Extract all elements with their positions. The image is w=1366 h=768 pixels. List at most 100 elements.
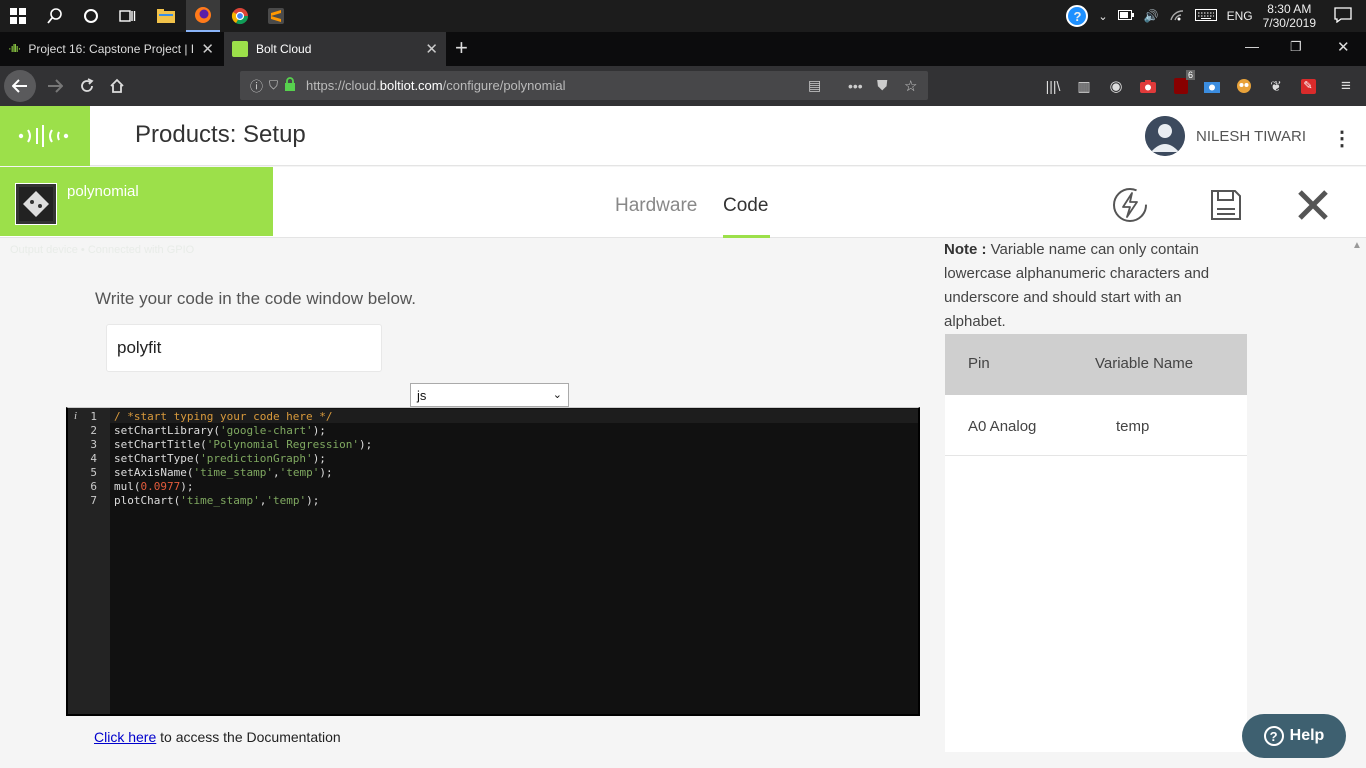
search-icon[interactable]	[40, 0, 70, 32]
help-button[interactable]: ? Help	[1242, 714, 1346, 758]
page-actions-icon[interactable]: •••	[848, 78, 863, 94]
documentation-line: Click here to access the Documentation	[94, 729, 341, 745]
reader-view-icon[interactable]: ▤	[808, 77, 821, 94]
chevron-up-icon[interactable]: ⌄	[1098, 10, 1107, 23]
url-text: https://cloud.boltiot.com/configure/poly…	[306, 78, 565, 93]
cortana-icon[interactable]	[76, 0, 106, 32]
pocket-icon[interactable]: ⛊	[877, 77, 888, 94]
menu-hamburger-icon[interactable]: ≡	[1334, 66, 1358, 106]
clock-time: 8:30 AM	[1267, 2, 1312, 16]
tab-code[interactable]: Code	[723, 195, 768, 217]
code-name-input[interactable]	[106, 324, 382, 372]
screenshot-icon[interactable]	[1137, 66, 1159, 106]
code-line[interactable]: setChartTitle('Polynomial Regression');	[114, 438, 372, 451]
url-bar[interactable]: ⓘ ⛉ https://cloud.boltiot.com/configure/…	[240, 71, 928, 100]
keyboard-icon[interactable]	[1194, 8, 1217, 24]
lock-icon[interactable]	[284, 77, 296, 94]
device-name: polynomial	[67, 183, 139, 200]
volume-icon[interactable]: 🔊	[1144, 9, 1159, 23]
pin-cell: A0 Analog	[968, 418, 1037, 435]
code-line[interactable]: plotChart('time_stamp','temp');	[114, 494, 319, 507]
scroll-up-arrow-icon[interactable]: ▲	[1352, 240, 1362, 251]
extension-face-icon[interactable]	[1233, 66, 1255, 106]
chevron-down-icon: ⌄	[552, 389, 562, 401]
extension-paw-icon[interactable]: ❦	[1265, 66, 1287, 106]
line-number: 6	[90, 480, 97, 493]
tracking-shield-icon[interactable]: ⛉	[269, 78, 278, 93]
sublime-text-taskbar-icon[interactable]	[260, 0, 292, 32]
code-line[interactable]: setChartType('predictionGraph');	[114, 452, 326, 465]
account-icon[interactable]: ◉	[1105, 66, 1127, 106]
system-tray: ? ⌄ 🔊 ENG 8:30 AM 7/30/2019	[1066, 0, 1366, 32]
pin-column-header: Pin	[968, 355, 990, 372]
battery-icon[interactable]	[1117, 9, 1134, 23]
page-title: Products: Setup	[135, 121, 306, 148]
chrome-taskbar-icon[interactable]	[224, 0, 256, 32]
close-tab-icon[interactable]: ✕	[425, 40, 438, 58]
code-line[interactable]: setAxisName('time_stamp','temp');	[114, 466, 333, 479]
task-view-icon[interactable]	[112, 0, 142, 32]
url-host: boltiot.com	[379, 78, 443, 93]
code-line[interactable]: / *start typing your code here */	[114, 410, 333, 423]
code-line[interactable]: mul(0.0977);	[114, 480, 194, 493]
audio-wave-icon: ·ıllı·	[8, 43, 21, 55]
tab-hardware[interactable]: Hardware	[615, 195, 697, 217]
ublock-icon[interactable]: 6	[1169, 66, 1195, 106]
documentation-link[interactable]: Click here	[94, 729, 156, 745]
minimize-window-icon[interactable]: —	[1245, 38, 1259, 54]
close-tab-icon[interactable]: ✕	[201, 40, 214, 58]
clock[interactable]: 8:30 AM 7/30/2019	[1263, 2, 1316, 30]
more-options-icon[interactable]: ⋮	[1332, 126, 1352, 151]
sidebar-icon[interactable]: ▥	[1073, 66, 1095, 106]
line-number: 3	[90, 438, 97, 451]
avatar[interactable]	[1145, 116, 1185, 156]
bolt-logo-icon[interactable]	[0, 106, 90, 166]
variable-note: Note : Variable name can only contain lo…	[944, 238, 1244, 334]
back-button[interactable]	[4, 70, 36, 102]
windows-start-icon[interactable]	[4, 0, 32, 32]
bookmark-star-icon[interactable]: ☆	[904, 77, 917, 95]
variable-column-header: Variable Name	[1095, 355, 1194, 372]
url-path: /configure/polynomial	[442, 78, 566, 93]
url-prefix: https://cloud.	[306, 78, 380, 93]
clock-date: 7/30/2019	[1262, 16, 1316, 30]
language-indicator[interactable]: ENG	[1227, 9, 1253, 23]
forward-button[interactable]	[42, 66, 68, 106]
code-line[interactable]: setChartLibrary('google-chart');	[114, 424, 326, 437]
close-icon[interactable]	[1293, 185, 1333, 225]
product-subheader: polynomial Output device • Connected wit…	[0, 167, 1366, 256]
home-icon[interactable]	[104, 66, 130, 106]
help-question-icon: ?	[1263, 726, 1284, 746]
note-label: Note :	[944, 241, 987, 258]
variable-cell[interactable]: temp	[1116, 418, 1149, 435]
reload-icon[interactable]	[74, 66, 100, 106]
restore-window-icon[interactable]: ❐	[1290, 39, 1302, 55]
language-select[interactable]: js ⌄	[410, 383, 569, 407]
file-explorer-icon[interactable]	[150, 0, 182, 32]
new-tab-icon[interactable]: +	[455, 35, 468, 61]
wifi-icon[interactable]	[1169, 9, 1185, 24]
language-selected: js	[417, 387, 427, 403]
tab-label: Project 16: Capstone Project | B	[28, 42, 194, 56]
info-annotation-icon[interactable]: i	[74, 410, 77, 422]
notifications-icon[interactable]	[1334, 6, 1352, 26]
code-editor[interactable]: i 1 2 3 4 5 6 7 / *start typing your cod…	[66, 407, 920, 716]
line-number: 1	[90, 410, 97, 423]
info-icon[interactable]: ⓘ	[250, 76, 263, 95]
close-window-icon[interactable]: ✕	[1337, 38, 1350, 56]
firefox-taskbar-icon[interactable]	[186, 0, 220, 32]
save-icon[interactable]	[1206, 185, 1246, 225]
deploy-bolt-icon[interactable]	[1110, 185, 1150, 225]
table-header: Pin Variable Name	[945, 334, 1247, 395]
editor-gutter: i 1 2 3 4 5 6 7	[68, 408, 110, 714]
bolt-favicon-icon	[232, 41, 248, 57]
code-instruction: Write your code in the code window below…	[95, 289, 416, 308]
browser-tab-bolt-cloud[interactable]: Bolt Cloud ✕	[224, 32, 446, 66]
question-circle-icon[interactable]: ?	[1066, 5, 1089, 27]
user-name[interactable]: NILESH TIWARI	[1196, 128, 1306, 145]
extension-camera-icon[interactable]	[1201, 66, 1223, 106]
browser-tab-capstone[interactable]: ·ıllı· Project 16: Capstone Project | B …	[0, 32, 222, 66]
library-icon[interactable]: |||\	[1042, 66, 1064, 106]
extension-badge: 6	[1185, 70, 1195, 80]
extension-pen-icon[interactable]: ✎	[1297, 66, 1319, 106]
